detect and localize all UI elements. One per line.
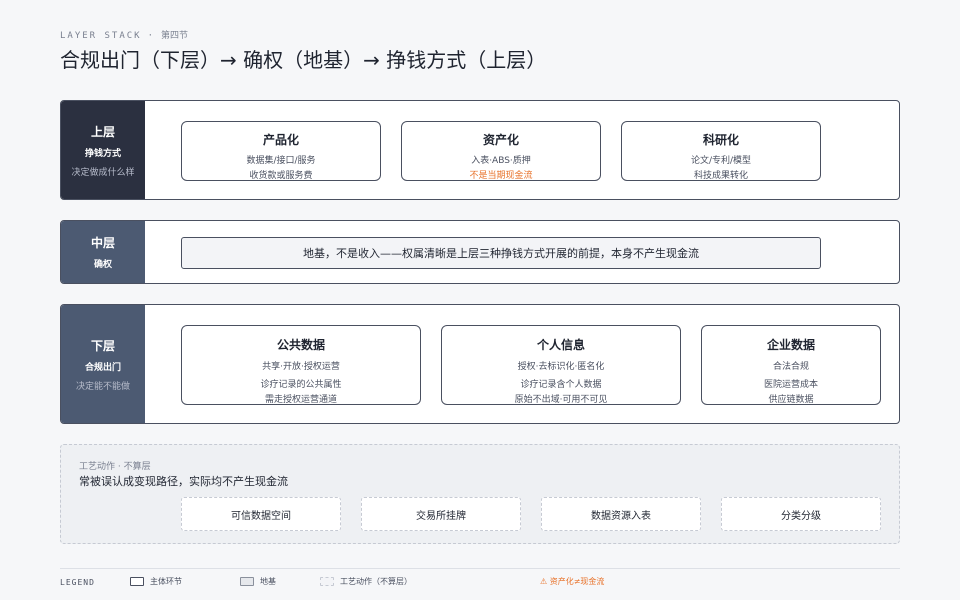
kicker-text: LAYER STACK: [60, 31, 142, 41]
card-line: 入表·ABS·质押: [471, 156, 531, 166]
layer-middle-level: 中层: [90, 236, 115, 250]
layer-bottom-name: 合规出门: [84, 362, 121, 373]
legend-item-warning: ⚠ 资产化≠现金流: [540, 576, 604, 587]
craft-heading: 工艺动作 · 不算层: [79, 462, 151, 472]
page-title: 合规出门（下层）→ 确权（地基）→ 挣钱方式（上层）: [60, 48, 547, 72]
legend-label-main: 主体环节: [150, 577, 182, 586]
layer-middle-label: 中层 确权: [61, 221, 145, 283]
craft-actions-panel: 工艺动作 · 不算层 常被误认成变现路径，实际均不产生现金流 可信数据空间 交易…: [60, 444, 900, 544]
legend-item-craft: 工艺动作（不算层）: [320, 576, 412, 587]
card-enterprise-data: 企业数据 合法合规 医院运营成本 供应链数据: [701, 325, 881, 405]
layer-top-label: 上层 挣钱方式 决定做成什么样: [61, 101, 145, 199]
card-public-data: 公共数据 共享·开放·授权运营 诊疗记录的公共属性 需走授权运营通道: [181, 325, 421, 405]
card-title: 资产化: [482, 133, 519, 147]
card-assetization: 资产化 入表·ABS·质押 不是当期现金流: [401, 121, 601, 181]
legend: LEGEND 主体环节 地基 工艺动作（不算层） ⚠ 资产化≠现金流: [60, 576, 900, 590]
card-warning-line: 不是当期现金流: [469, 171, 533, 181]
card-title: 产品化: [262, 133, 299, 147]
legend-title: LEGEND: [60, 578, 95, 587]
card-title: 科研化: [702, 133, 739, 147]
legend-label-warning: ⚠ 资产化≠现金流: [540, 577, 605, 586]
layer-top: 上层 挣钱方式 决定做成什么样 产品化 数据集/接口/服务 收货款或服务费 资产…: [60, 100, 900, 200]
layer-bottom-level: 下层: [90, 338, 115, 353]
layer-middle-name: 确权: [93, 260, 112, 270]
card-line: 诊疗记录的公共属性: [260, 380, 342, 390]
foundation-box: 地基，不是收入——权属清晰是上层三种挣钱方式开展的前提，本身不产生现金流: [181, 237, 821, 269]
legend-item-foundation: 地基: [240, 576, 276, 587]
section-kicker: LAYER STACK · 第四节: [60, 28, 188, 41]
kicker-separator: ·: [147, 31, 156, 41]
legend-label-craft: 工艺动作（不算层）: [340, 577, 412, 586]
card-research: 科研化 论文/专利/模型 科技成果转化: [621, 121, 821, 181]
craft-item-classification: 分类分级: [721, 497, 881, 531]
layer-bottom-desc: 决定能不能做: [75, 381, 130, 392]
legend-swatch-foundation: [240, 577, 254, 586]
legend-item-main: 主体环节: [130, 576, 182, 587]
card-line: 收货款或服务费: [249, 171, 313, 181]
kicker-subtitle: 第四节: [161, 31, 189, 41]
card-line: 科技成果转化: [693, 171, 748, 181]
card-line: 医院运营成本: [763, 380, 818, 390]
craft-item-trusted-space: 可信数据空间: [181, 497, 341, 531]
craft-item-balance-sheet: 数据资源入表: [541, 497, 701, 531]
card-line: 需走授权运营通道: [264, 395, 337, 405]
card-title: 个人信息: [536, 338, 585, 352]
card-line: 共享·开放·授权运营: [262, 362, 340, 372]
craft-item-exchange-listing: 交易所挂牌: [361, 497, 521, 531]
card-line: 原始不出域·可用不可见: [514, 395, 608, 405]
card-title: 企业数据: [766, 338, 815, 352]
card-line: 数据集/接口/服务: [246, 156, 316, 166]
card-line: 供应链数据: [768, 395, 814, 405]
legend-swatch-craft: [320, 577, 334, 586]
craft-subtitle: 常被误认成变现路径，实际均不产生现金流: [79, 475, 288, 488]
layer-top-level: 上层: [90, 124, 115, 139]
card-personal-info: 个人信息 授权·去标识化·匿名化 诊疗记录含个人数据 原始不出域·可用不可见: [441, 325, 681, 405]
layer-top-desc: 决定做成什么样: [71, 167, 135, 178]
card-line: 诊疗记录含个人数据: [520, 380, 602, 390]
legend-divider: [60, 568, 900, 569]
layer-middle: 中层 确权 地基，不是收入——权属清晰是上层三种挣钱方式开展的前提，本身不产生现…: [60, 220, 900, 284]
card-title: 公共数据: [276, 338, 325, 352]
card-line: 论文/专利/模型: [690, 156, 752, 166]
legend-label-foundation: 地基: [260, 577, 276, 586]
card-productization: 产品化 数据集/接口/服务 收货款或服务费: [181, 121, 381, 181]
layer-top-name: 挣钱方式: [84, 148, 121, 159]
layer-bottom-label: 下层 合规出门 决定能不能做: [61, 305, 145, 423]
legend-swatch-main: [130, 577, 144, 586]
layer-bottom: 下层 合规出门 决定能不能做 公共数据 共享·开放·授权运营 诊疗记录的公共属性…: [60, 304, 900, 424]
card-line: 授权·去标识化·匿名化: [517, 362, 605, 372]
card-line: 合法合规: [772, 362, 809, 372]
